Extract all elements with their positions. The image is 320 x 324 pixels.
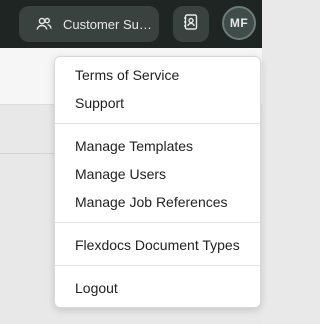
- menu-item-terms-of-service[interactable]: Terms of Service: [75, 66, 179, 84]
- menu-divider: [55, 265, 260, 266]
- contacts-book-icon: [182, 13, 200, 36]
- menu-divider: [55, 222, 260, 223]
- team-selector-button[interactable]: Customer Su…: [19, 6, 159, 42]
- menu-item-manage-templates[interactable]: Manage Templates: [75, 137, 193, 155]
- user-avatar-button[interactable]: MF: [222, 6, 256, 40]
- avatar-initials: MF: [229, 16, 249, 30]
- menu-item-flexdocs-document-types[interactable]: Flexdocs Document Types: [75, 236, 240, 254]
- user-dropdown-menu: Terms of Service Support Manage Template…: [54, 56, 261, 308]
- menu-item-support[interactable]: Support: [75, 94, 124, 112]
- team-selector-label: Customer Su…: [63, 16, 152, 32]
- menu-item-manage-job-references[interactable]: Manage Job References: [75, 193, 228, 211]
- content-divider: [0, 153, 60, 154]
- contacts-button[interactable]: [173, 6, 209, 42]
- menu-divider: [55, 123, 260, 124]
- menu-item-manage-users[interactable]: Manage Users: [75, 165, 166, 183]
- menu-item-logout[interactable]: Logout: [75, 279, 118, 297]
- top-navigation-bar: Customer Su… MF: [0, 0, 262, 48]
- users-icon: [35, 15, 53, 33]
